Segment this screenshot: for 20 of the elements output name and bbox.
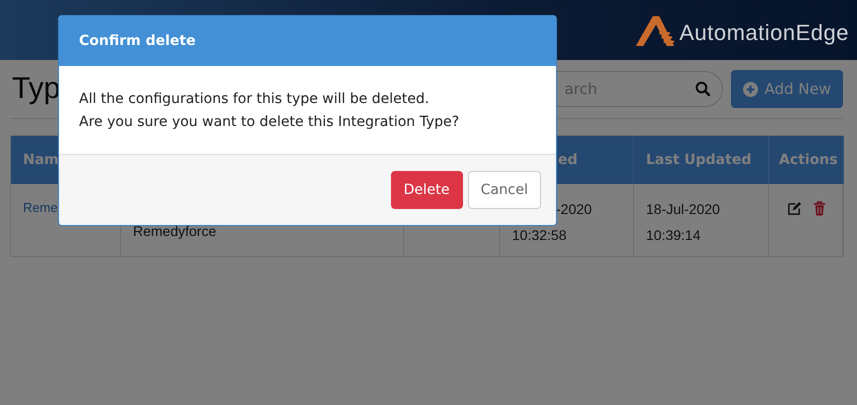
- table-cell: Remedyforce: [133, 223, 216, 239]
- logo-text: AutomationEdge: [679, 20, 849, 46]
- delete-button[interactable]: Delete: [390, 171, 463, 209]
- column-header: Actions: [769, 136, 844, 184]
- plus-circle-icon: [743, 82, 758, 96]
- dialog-title: Confirm delete: [79, 33, 196, 49]
- cancel-button[interactable]: Cancel: [468, 171, 541, 209]
- column-header: Last Updated: [634, 136, 769, 184]
- table-cell-text: 10:32:58: [512, 226, 566, 245]
- table-cell-text: -2020: [556, 200, 592, 219]
- trash-icon[interactable]: [812, 201, 827, 216]
- edit-icon[interactable]: [787, 201, 802, 216]
- page-title: Typ: [12, 72, 60, 106]
- name-link[interactable]: Reme: [23, 200, 58, 215]
- add-new-button[interactable]: Add New: [731, 70, 843, 108]
- table-cell-text: 18-Jul-2020: [646, 200, 720, 219]
- dialog-message: Are you sure you want to delete this Integration Type?: [79, 113, 460, 132]
- table-cell-text: 10:39:14: [646, 226, 700, 245]
- dialog-message: All the configurations for this type will be deleted.: [79, 90, 430, 109]
- search-icon: [695, 81, 712, 97]
